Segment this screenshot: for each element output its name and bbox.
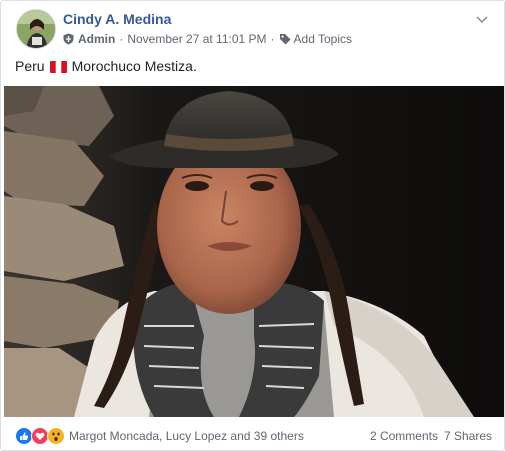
add-topics-label: Add Topics (293, 32, 353, 46)
tag-icon (279, 34, 291, 45)
post-meta: Admin · November 27 at 11:01 PM · Add To… (63, 32, 352, 46)
reactors-summary[interactable]: Margot Moncada, Lucy Lopez and 39 others (69, 429, 304, 443)
author-name[interactable]: Cindy A. Medina (63, 11, 171, 27)
meta-separator: · (270, 32, 275, 46)
feed-post: Cindy A. Medina Admin · November 27 at 1… (0, 0, 505, 451)
role-label: Admin (78, 32, 116, 46)
admin-role: Admin (63, 32, 115, 46)
shares-count[interactable]: 7 Shares (444, 429, 492, 443)
post-options-chevron-icon[interactable] (474, 11, 490, 27)
post-timestamp[interactable]: November 27 at 11:01 PM (127, 32, 266, 46)
post-footer: Margot Moncada, Lucy Lopez and 39 others… (15, 425, 492, 447)
post-photo[interactable] (4, 86, 504, 417)
add-topics-link[interactable]: Add Topics (279, 32, 352, 46)
post-text-country: Peru (15, 58, 45, 74)
meta-separator: · (119, 32, 124, 46)
post-text: Peru Morochuco Mestiza. (15, 58, 197, 74)
engagement-counts: 2 Comments 7 Shares (370, 429, 492, 443)
peru-flag-icon (49, 60, 67, 73)
wow-icon (47, 427, 65, 445)
reaction-icons[interactable] (15, 427, 65, 445)
shield-icon (63, 33, 74, 45)
post-header: Cindy A. Medina Admin · November 27 at 1… (15, 9, 490, 53)
comments-count[interactable]: 2 Comments (370, 429, 438, 443)
post-text-caption: Morochuco Mestiza. (71, 58, 197, 74)
author-avatar[interactable] (16, 9, 56, 49)
